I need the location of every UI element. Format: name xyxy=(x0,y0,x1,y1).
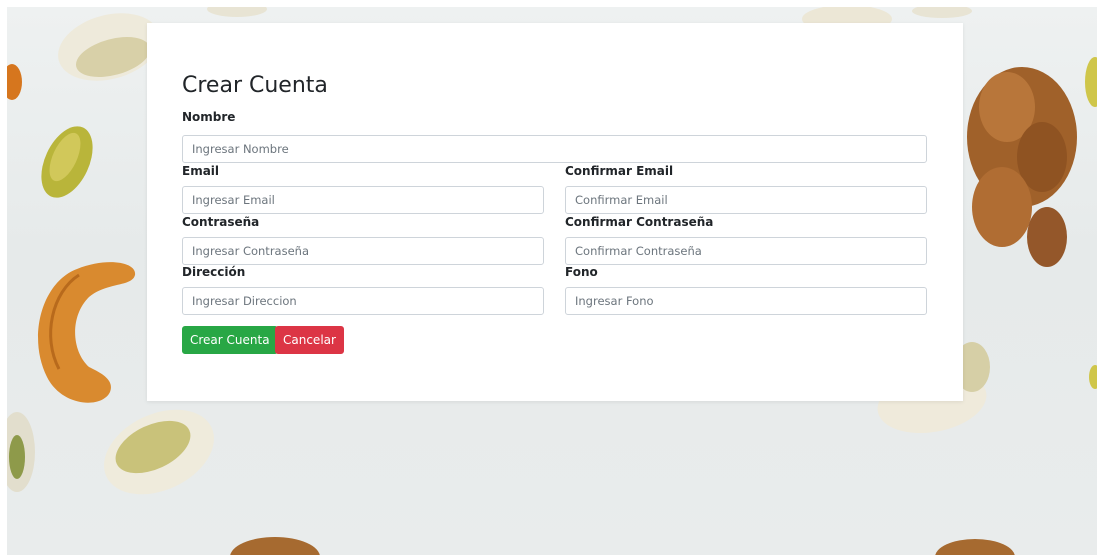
nombre-input[interactable] xyxy=(182,135,927,163)
fono-label: Fono xyxy=(565,265,598,279)
create-account-card: Crear Cuenta Nombre Email Confirmar Emai… xyxy=(147,23,963,401)
confirm-email-input[interactable] xyxy=(565,186,927,214)
page-background: Crear Cuenta Nombre Email Confirmar Emai… xyxy=(7,7,1097,555)
email-label: Email xyxy=(182,164,220,178)
email-input[interactable] xyxy=(182,186,544,214)
page-title: Crear Cuenta xyxy=(182,73,328,98)
direccion-label: Dirección xyxy=(182,265,246,279)
confirm-email-label: Confirmar Email xyxy=(565,164,674,178)
password-input[interactable] xyxy=(182,237,544,265)
fono-input[interactable] xyxy=(565,287,927,315)
nombre-label: Nombre xyxy=(182,110,236,124)
cancel-button[interactable]: Cancelar xyxy=(275,326,344,354)
direccion-input[interactable] xyxy=(182,287,544,315)
confirm-password-label: Confirmar Contraseña xyxy=(565,215,714,229)
create-account-button[interactable]: Crear Cuenta xyxy=(182,326,278,354)
password-label: Contraseña xyxy=(182,215,260,229)
confirm-password-input[interactable] xyxy=(565,237,927,265)
